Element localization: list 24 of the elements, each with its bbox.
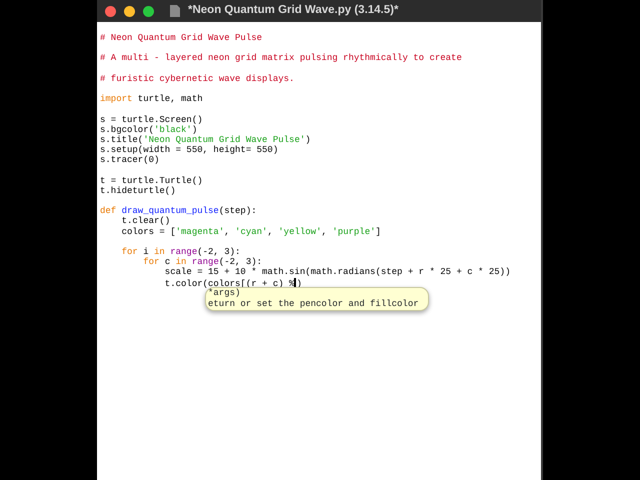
- code-line: # furistic cybernetic wave displays.: [100, 74, 294, 84]
- code-line: s.tracer(0): [100, 155, 160, 166]
- close-button[interactable]: [105, 6, 116, 16]
- code-line: for c in range(-2, 3):: [142, 257, 262, 268]
- code-line: t.clear(): [120, 216, 170, 226]
- zoom-button[interactable]: [143, 6, 154, 16]
- code-line: s.setup(width = 550, height= 550): [100, 145, 278, 156]
- code-line: colors = ['magenta', 'cyan', 'yellow', 'purple']: [120, 226, 381, 237]
- minimize-button[interactable]: [124, 6, 135, 16]
- code-line: # Neon Quantum Grid Wave Pulse: [100, 33, 262, 43]
- code-line: s.title('Neon Quantum Grid Wave Pulse'): [100, 134, 311, 145]
- window-title: *Neon Quantum Grid Wave.py (3.14.5)*: [188, 3, 398, 18]
- code-line: s = turtle.Screen(): [100, 114, 203, 124]
- calltip: *args) eturn or set the pencolor and fillcolor: [205, 287, 429, 311]
- code-line: def draw_quantum_pulse(step):: [100, 206, 257, 216]
- code-line: for i in range(-2, 3):: [120, 246, 240, 257]
- code-line: t.hideturtle(): [100, 186, 176, 196]
- code-line: t = turtle.Turtle(): [100, 176, 203, 186]
- code-line: scale = 15 + 10 * math.sin(math.radians(step + r * 25 + c * 25)): [164, 267, 510, 278]
- file-icon: [170, 5, 180, 17]
- code-line: import turtle, math: [100, 94, 203, 104]
- code-line: # A multi - layered neon grid matrix pulsing rhythmically to create: [100, 53, 462, 64]
- text-cursor: [294, 278, 296, 286]
- code-line: s.bgcolor('black'): [100, 124, 198, 135]
